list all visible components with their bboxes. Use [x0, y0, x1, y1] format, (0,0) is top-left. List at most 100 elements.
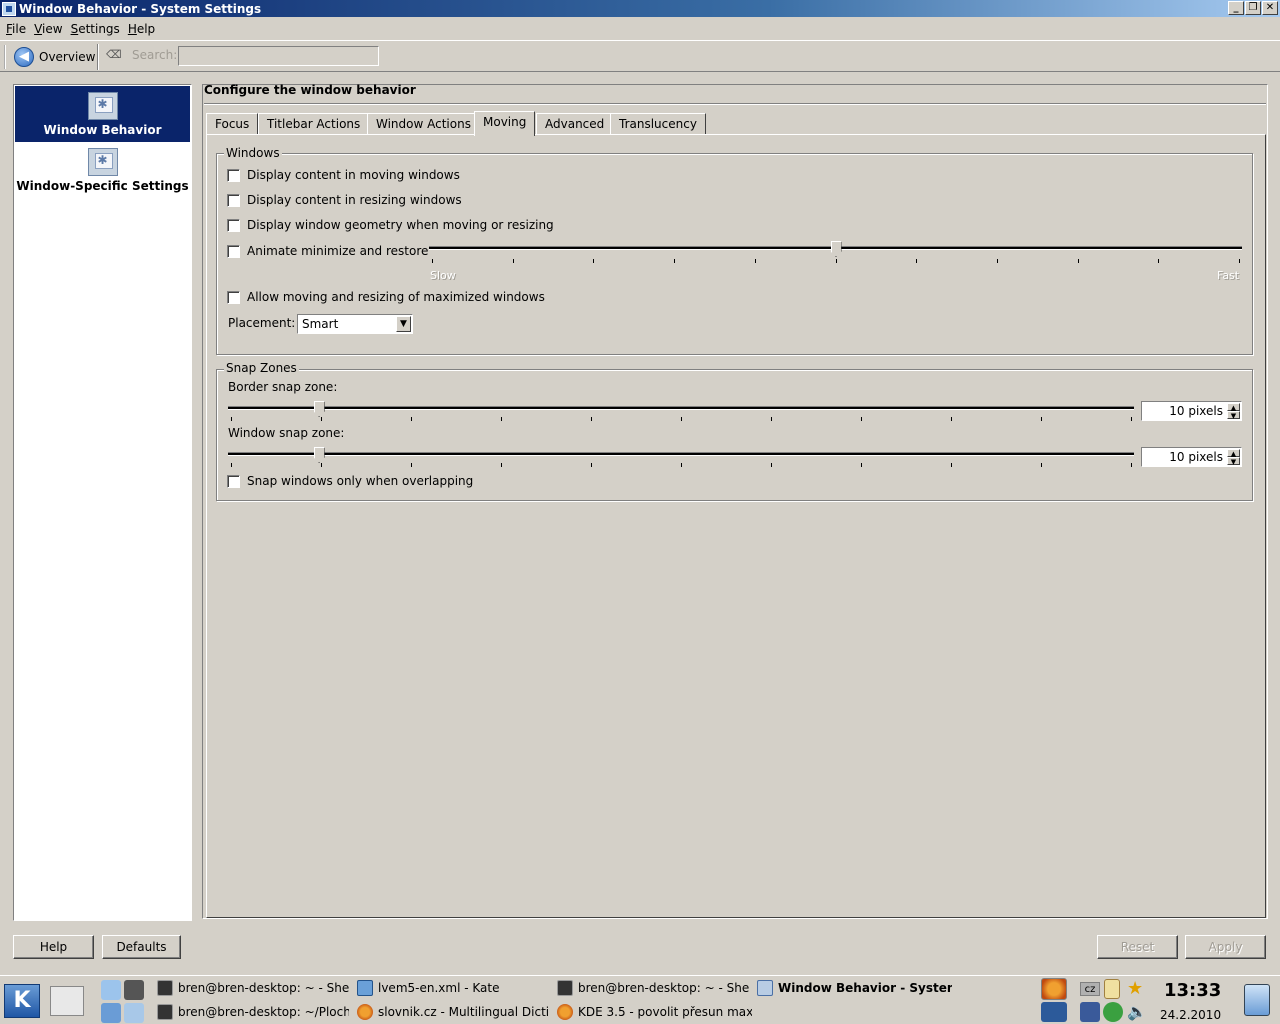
task-label: bren@bren-desktop: ~/Plocha [178, 1005, 349, 1019]
slider-tick [1239, 259, 1240, 263]
keyboard-layout-indicator[interactable]: cz [1080, 982, 1100, 996]
overview-label: Overview [39, 50, 96, 64]
sidebar-item-label: Window-Specific Settings [16, 179, 189, 193]
tab-translucency[interactable]: Translucency [610, 113, 706, 135]
slider-tick [231, 417, 232, 421]
slider-tick [432, 259, 433, 263]
help-button[interactable]: Help [13, 935, 94, 959]
terminal-icon [157, 1004, 173, 1020]
slider-tick [512, 259, 514, 263]
sidebar-item-window-specific-settings[interactable]: Window-Specific Settings [15, 142, 190, 198]
checkbox-box[interactable] [227, 218, 240, 232]
task-shell-2[interactable]: bren@bren-desktop: ~ - Shell [557, 977, 749, 999]
konqueror-icon[interactable] [101, 980, 121, 1000]
slider-tick [674, 259, 676, 263]
allow-maximized-checkbox[interactable]: Allow moving and resizing of maximized w… [227, 290, 545, 304]
border-snap-slider[interactable] [228, 406, 1134, 410]
animate-minimize-checkbox[interactable]: Animate minimize and restore [227, 244, 428, 258]
checkbox-box[interactable] [227, 244, 240, 258]
spin-up-icon[interactable]: ▲ [1227, 449, 1240, 458]
clock-time[interactable]: 13:33 [1164, 980, 1221, 1001]
star-icon[interactable]: ★ [1127, 979, 1147, 999]
spin-down-icon[interactable]: ▼ [1227, 411, 1240, 420]
kate-launcher-icon[interactable] [124, 1003, 144, 1023]
network-tray-icon[interactable] [1041, 1002, 1067, 1022]
minimize-button[interactable]: _ [1228, 1, 1244, 15]
slider-tick [411, 417, 412, 421]
checkbox-box[interactable] [227, 193, 240, 207]
slider-tick [411, 463, 412, 467]
placement-value: Smart [302, 317, 339, 331]
firefox-icon [357, 1004, 373, 1020]
window-specific-icon [87, 148, 118, 176]
toolbar-grip[interactable] [4, 45, 9, 69]
tab-advanced[interactable]: Advanced [536, 113, 614, 135]
slider-tick [861, 463, 862, 467]
slider-tick [771, 417, 772, 421]
task-window-behavior[interactable]: Window Behavior - System [757, 977, 952, 999]
window-snap-spinbox[interactable]: 10 pixels ▲ ▼ [1141, 447, 1242, 467]
clock-date[interactable]: 24.2.2010 [1160, 1008, 1221, 1022]
spin-down-icon[interactable]: ▼ [1227, 457, 1240, 466]
chevron-down-icon[interactable]: ▼ [396, 316, 411, 332]
reset-button[interactable]: Reset [1097, 935, 1178, 959]
task-label: bren@bren-desktop: ~ - Shell [578, 981, 749, 995]
checkbox-box[interactable] [227, 168, 240, 182]
monitor-tray-icon[interactable] [1080, 1002, 1100, 1022]
update-tray-icon[interactable] [1103, 1002, 1123, 1022]
menu-view[interactable]: View [30, 22, 66, 36]
toolbar-separator [97, 44, 99, 70]
task-slovnik[interactable]: slovnik.cz - Multilingual Diction [357, 1001, 549, 1023]
checkbox-box[interactable] [227, 290, 240, 304]
settings-launcher-icon[interactable] [101, 1003, 121, 1023]
apply-button[interactable]: Apply [1185, 935, 1266, 959]
task-kate[interactable]: lvem5-en.xml - Kate [357, 977, 547, 999]
module-sidebar: Window Behavior Window-Specific Settings [13, 84, 192, 921]
task-shell-1[interactable]: bren@bren-desktop: ~ - Shell [157, 977, 349, 999]
tab-window-actions[interactable]: Window Actions [367, 113, 480, 135]
slider-tick [321, 417, 322, 421]
task-shell-plocha[interactable]: bren@bren-desktop: ~/Plocha [157, 1001, 349, 1023]
kde-menu-icon[interactable]: K [4, 984, 40, 1018]
checkbox-box[interactable] [227, 474, 240, 488]
menu-settings[interactable]: Settings [67, 22, 124, 36]
maximize-button[interactable]: ❐ [1245, 1, 1261, 15]
border-snap-spinbox[interactable]: 10 pixels ▲ ▼ [1141, 401, 1242, 421]
display-geometry-checkbox[interactable]: Display window geometry when moving or r… [227, 218, 554, 232]
spin-up-icon[interactable]: ▲ [1227, 403, 1240, 412]
checkbox-label: Display window geometry when moving or r… [247, 218, 554, 232]
klipper-icon[interactable] [1104, 979, 1120, 999]
task-label: lvem5-en.xml - Kate [378, 981, 500, 995]
defaults-button[interactable]: Defaults [102, 935, 181, 959]
volume-icon[interactable]: 🔈 [1127, 1002, 1147, 1022]
tab-focus[interactable]: Focus [206, 113, 259, 135]
slider-tick [1041, 417, 1042, 421]
menu-file[interactable]: File [2, 22, 30, 36]
terminal-icon [157, 980, 173, 996]
snap-overlapping-checkbox[interactable]: Snap windows only when overlapping [227, 474, 473, 488]
terminal-launcher-icon[interactable] [124, 980, 144, 1000]
close-button[interactable]: ✕ [1262, 1, 1278, 15]
tab-moving[interactable]: Moving [474, 111, 536, 136]
display-moving-checkbox[interactable]: Display content in moving windows [227, 168, 460, 182]
menu-help[interactable]: Help [124, 22, 159, 36]
sidebar-item-window-behavior[interactable]: Window Behavior [15, 86, 190, 142]
checkbox-label: Display content in moving windows [247, 168, 460, 182]
tab-titlebar-actions[interactable]: Titlebar Actions [258, 113, 370, 135]
task-kde35[interactable]: KDE 3.5 - povolit přesun maxim [557, 1001, 752, 1023]
overview-button[interactable]: ◀ Overview [12, 44, 96, 70]
slider-tick [771, 463, 772, 467]
firefox-tray-icon[interactable] [1041, 978, 1067, 1000]
placement-dropdown[interactable]: Smart ▼ [297, 314, 413, 334]
trash-icon[interactable] [1244, 984, 1270, 1016]
search-input[interactable] [178, 46, 379, 66]
display-resizing-checkbox[interactable]: Display content in resizing windows [227, 193, 462, 207]
slider-tick [951, 417, 952, 421]
window-titlebar: Window Behavior - System Settings [0, 0, 1280, 17]
reset-label: Reset [1120, 940, 1155, 954]
window-snap-slider[interactable] [228, 452, 1134, 456]
show-desktop-icon[interactable] [50, 986, 84, 1016]
snap-zones-group-title: Snap Zones [224, 361, 299, 375]
back-arrow-icon: ◀ [14, 47, 34, 67]
clear-search-icon[interactable]: ⌫ [106, 49, 122, 61]
